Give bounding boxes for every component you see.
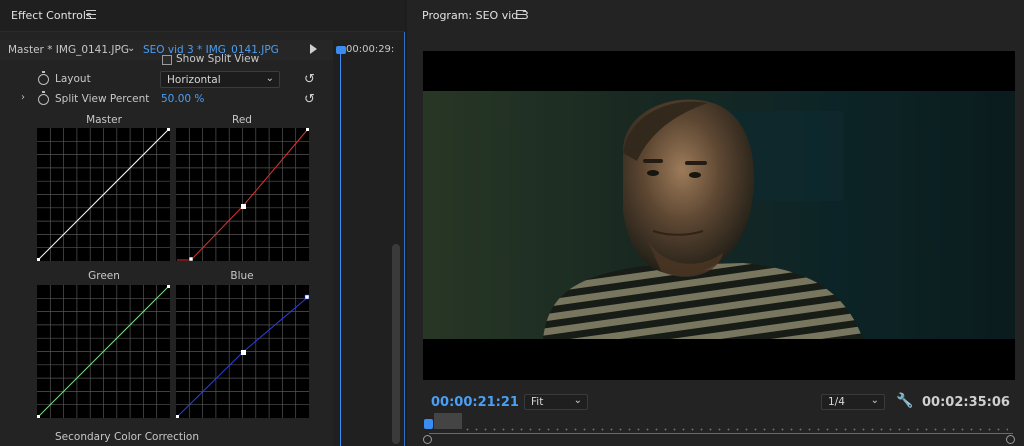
zoom-handle-left[interactable] (423, 435, 432, 444)
panel-menu-icon[interactable] (516, 10, 526, 19)
layout-label: Layout (55, 73, 91, 85)
panel-menu-icon[interactable] (86, 10, 96, 19)
curve-point (241, 350, 246, 355)
resolution-value: 1/4 (828, 396, 845, 408)
secondary-color-correction-row[interactable]: Secondary Color Correction (0, 428, 333, 446)
show-split-view-label: Show Split View (176, 53, 260, 65)
timeline-timecode: 00:00:29: (346, 44, 395, 55)
curve-point (241, 204, 246, 209)
resolution-select[interactable]: 1/4 ⌄ (821, 394, 885, 410)
curve-point (37, 415, 40, 418)
curve-title-red: Red (232, 114, 252, 126)
chevron-down-icon: ⌄ (870, 395, 879, 406)
master-curve[interactable] (37, 128, 170, 261)
layout-dropdown[interactable]: Horizontal ⌄ (160, 71, 280, 88)
zoom-select[interactable]: Fit ⌄ (524, 394, 588, 410)
split-view-percent-value[interactable]: 50.00 % (161, 93, 204, 105)
curve-point (167, 285, 170, 288)
video-frame (423, 91, 1015, 339)
curve-point (304, 294, 309, 300)
program-monitor-header: Program: SEO vid 3 (407, 0, 1024, 32)
curve-point (167, 128, 170, 131)
curve-point (188, 256, 194, 261)
stopwatch-icon[interactable] (38, 91, 49, 105)
layout-value: Horizontal (167, 74, 221, 86)
zoom-scrollbar[interactable] (429, 433, 1013, 434)
curve-point (306, 128, 309, 131)
zoom-handle-right[interactable] (1006, 435, 1015, 444)
play-icon[interactable] (310, 44, 317, 54)
effect-controls-panel: Effect Controls Master * IMG_0141.JPG ⌄ … (0, 0, 405, 446)
curve-title-green: Green (88, 270, 120, 282)
effect-controls-header: Effect Controls (0, 0, 405, 32)
playhead-line (340, 54, 341, 446)
teal-grade (423, 91, 1015, 339)
time-ruler[interactable] (423, 413, 1015, 446)
rgb-curves: Master Red Green Blue (0, 110, 333, 428)
program-monitor-title[interactable]: Program: SEO vid 3 (422, 9, 529, 22)
vertical-scrollbar[interactable] (392, 244, 400, 444)
playhead-handle[interactable] (424, 419, 433, 429)
chevron-down-icon: ⌄ (265, 73, 274, 84)
green-curve[interactable] (37, 285, 170, 418)
layout-row: Layout Horizontal ⌄ ↺ (0, 71, 333, 89)
blue-curve[interactable] (176, 285, 309, 418)
zoom-value: Fit (531, 396, 544, 408)
chevron-right-icon[interactable]: › (21, 92, 25, 103)
wrench-icon[interactable]: 🔧 (896, 393, 913, 409)
program-monitor-panel: Program: SEO vid 3 00:00:21:21 Fit ⌄ 1/4… (407, 0, 1024, 446)
curve-point (37, 258, 40, 261)
split-view-percent-label: Split View Percent (55, 93, 150, 105)
split-view-percent-row: › Split View Percent 50.00 % ↺ (0, 91, 333, 109)
chevron-down-icon: ⌄ (573, 395, 582, 406)
duration-timecode: 00:02:35:06 (922, 395, 1010, 410)
ruler-ticks (463, 428, 1008, 431)
effect-controls-title[interactable]: Effect Controls (11, 9, 92, 22)
current-timecode[interactable]: 00:00:21:21 (431, 395, 519, 410)
curve-point (176, 415, 179, 418)
chevron-down-icon[interactable]: ⌄ (127, 43, 135, 54)
secondary-color-correction-label: Secondary Color Correction (55, 431, 200, 443)
master-clip-label[interactable]: Master * IMG_0141.JPG (8, 44, 129, 56)
reset-icon[interactable]: ↺ (304, 92, 315, 107)
show-split-view-checkbox[interactable] (162, 55, 172, 65)
curve-title-blue: Blue (230, 270, 254, 282)
playhead-handle[interactable] (336, 46, 346, 54)
work-area-zone[interactable] (434, 413, 462, 429)
red-curve[interactable] (176, 128, 309, 261)
reset-icon[interactable]: ↺ (304, 72, 315, 87)
curve-title-master: Master (86, 114, 122, 126)
stopwatch-icon[interactable] (38, 71, 49, 85)
